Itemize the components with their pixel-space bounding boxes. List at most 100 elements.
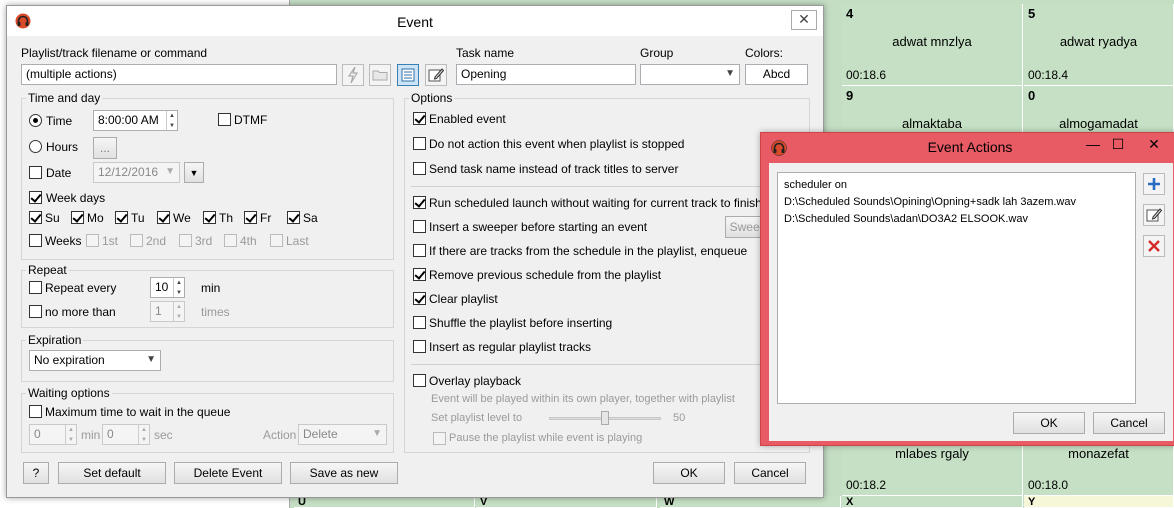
week-checkbox-3rd[interactable]: [179, 234, 192, 247]
date-checkbox[interactable]: [29, 166, 42, 179]
list-item[interactable]: D:\Scheduled Sounds\adan\DO3A2 ELSOOK.wa…: [784, 211, 1129, 228]
repeat-every-checkbox[interactable]: [29, 281, 42, 294]
day-checkbox-tu[interactable]: [115, 211, 128, 224]
list-item[interactable]: D:\Scheduled Sounds\Opining\Opning+sadk …: [784, 194, 1129, 211]
grid-cell[interactable]: 4 adwat mnzlya 00:18.6: [842, 4, 1023, 86]
day-checkbox-th[interactable]: [203, 211, 216, 224]
send-task-name-label: Send task name instead of track titles t…: [429, 162, 679, 176]
week-label: 1st: [102, 234, 119, 248]
dtmf-checkbox[interactable]: [218, 113, 231, 126]
grid-cell[interactable]: X: [842, 496, 1023, 508]
day-checkbox-sa[interactable]: [287, 211, 300, 224]
folder-icon: [372, 70, 388, 81]
delete-event-button[interactable]: Delete Event: [174, 462, 282, 484]
insert-sweeper-checkbox[interactable]: [413, 220, 426, 233]
send-task-name-checkbox[interactable]: [413, 162, 426, 175]
hours-radio[interactable]: [29, 140, 42, 153]
week-checkbox-4th[interactable]: [224, 234, 237, 247]
browse-folder-button[interactable]: [369, 64, 391, 86]
wait-min-unit: min: [81, 428, 101, 442]
enabled-event-checkbox[interactable]: [413, 112, 426, 125]
if-tracks-label: If there are tracks from the schedule in…: [429, 244, 748, 258]
shuffle-checkbox[interactable]: [413, 316, 426, 329]
maximize-button[interactable]: ☐: [1106, 136, 1130, 153]
chevron-down-icon: ▼: [725, 68, 735, 79]
delete-action-button[interactable]: [1143, 235, 1165, 257]
spin-arrows-icon[interactable]: ▲ ▼: [173, 302, 184, 321]
plus-icon: [1148, 178, 1160, 190]
spin-arrows-icon[interactable]: ▲ ▼: [138, 425, 149, 444]
day-checkbox-su[interactable]: [29, 211, 42, 224]
minimize-button[interactable]: —: [1081, 136, 1105, 152]
no-more-than-label: no more than: [45, 305, 116, 319]
multiple-actions-button[interactable]: [397, 64, 419, 86]
action-select[interactable]: Delete ▼: [298, 424, 387, 445]
time-label: Time: [46, 114, 73, 128]
day-label: Fr: [260, 211, 272, 225]
list-item[interactable]: scheduler on: [784, 177, 1129, 194]
group-select[interactable]: ▼: [640, 64, 740, 85]
overlay-checkbox[interactable]: [413, 374, 426, 387]
remove-previous-checkbox[interactable]: [413, 268, 426, 281]
help-button[interactable]: ?: [23, 462, 49, 484]
date-label: Date: [46, 166, 72, 180]
task-name-input[interactable]: Opening: [456, 64, 636, 85]
level-slider-thumb[interactable]: [601, 411, 609, 425]
repeat-every-label: Repeat every: [45, 281, 117, 295]
save-as-new-button[interactable]: Save as new: [290, 462, 398, 484]
pause-playlist-checkbox[interactable]: [433, 432, 446, 445]
spin-arrows-icon[interactable]: ▲ ▼: [65, 425, 76, 444]
week-checkbox-2nd[interactable]: [130, 234, 143, 247]
weeks-checkbox[interactable]: [29, 234, 42, 247]
time-radio[interactable]: [29, 114, 42, 127]
grid-cell[interactable]: 5 adwat ryadya 00:18.4: [1024, 4, 1174, 86]
if-tracks-checkbox[interactable]: [413, 244, 426, 257]
calendar-dropdown-button[interactable]: ▼: [184, 162, 204, 183]
spin-arrows-icon[interactable]: ▲ ▼: [173, 278, 184, 297]
actions-ok-button[interactable]: OK: [1013, 412, 1085, 434]
insert-regular-checkbox[interactable]: [413, 340, 426, 353]
add-action-button[interactable]: [1143, 173, 1165, 195]
wait-min-input[interactable]: 0 ▲ ▼: [29, 424, 77, 445]
week-checkbox-last[interactable]: [270, 234, 283, 247]
edit-button[interactable]: [425, 64, 447, 86]
date-input[interactable]: 12/12/2016 ▼: [93, 162, 180, 183]
event-dialog-titlebar[interactable]: Event ✕: [7, 6, 823, 36]
actions-cancel-button[interactable]: Cancel: [1093, 412, 1165, 434]
expiration-select[interactable]: No expiration ▼: [29, 350, 161, 371]
close-button[interactable]: ✕: [791, 10, 817, 30]
event-actions-dialog: Event Actions — ☐ ✕ scheduler on D:\Sche…: [760, 132, 1174, 446]
cancel-button[interactable]: Cancel: [734, 462, 806, 484]
ok-button[interactable]: OK: [653, 462, 725, 484]
actions-list[interactable]: scheduler on D:\Scheduled Sounds\Opining…: [777, 172, 1136, 404]
cell-number: X: [846, 496, 854, 508]
no-more-than-input[interactable]: 1 ▲ ▼: [150, 301, 185, 322]
enabled-event-label: Enabled event: [429, 112, 506, 126]
playlist-input[interactable]: (multiple actions): [21, 64, 337, 85]
run-scheduled-checkbox[interactable]: [413, 196, 426, 209]
edit-action-button[interactable]: [1143, 204, 1165, 226]
repeat-every-input[interactable]: 10 ▲ ▼: [150, 277, 185, 298]
wait-sec-input[interactable]: 0 ▲ ▼: [102, 424, 150, 445]
close-button[interactable]: ✕: [1142, 136, 1166, 153]
time-input[interactable]: 8:00:00 AM ▲ ▼: [93, 110, 178, 131]
command-button[interactable]: [342, 64, 364, 86]
week-checkbox-1st[interactable]: [86, 234, 99, 247]
day-checkbox-we[interactable]: [157, 211, 170, 224]
pause-playlist-label: Pause the playlist while event is playin…: [449, 432, 643, 444]
weeks-label: Weeks: [45, 234, 82, 248]
cell-title: adwat ryadya: [1059, 34, 1138, 49]
day-checkbox-mo[interactable]: [71, 211, 84, 224]
do-not-action-checkbox[interactable]: [413, 137, 426, 150]
spin-arrows-icon[interactable]: ▲ ▼: [166, 111, 177, 130]
hours-picker-button[interactable]: ...: [93, 137, 117, 159]
event-dialog: Event ✕ Playlist/track filename or comma…: [6, 5, 824, 498]
clear-playlist-checkbox[interactable]: [413, 292, 426, 305]
week-days-checkbox[interactable]: [29, 191, 42, 204]
no-more-than-checkbox[interactable]: [29, 305, 42, 318]
colors-button[interactable]: Abcd: [745, 64, 808, 85]
day-checkbox-fr[interactable]: [244, 211, 257, 224]
set-default-button[interactable]: Set default: [58, 462, 166, 484]
max-wait-checkbox[interactable]: [29, 405, 42, 418]
grid-cell[interactable]: Y: [1024, 496, 1174, 508]
